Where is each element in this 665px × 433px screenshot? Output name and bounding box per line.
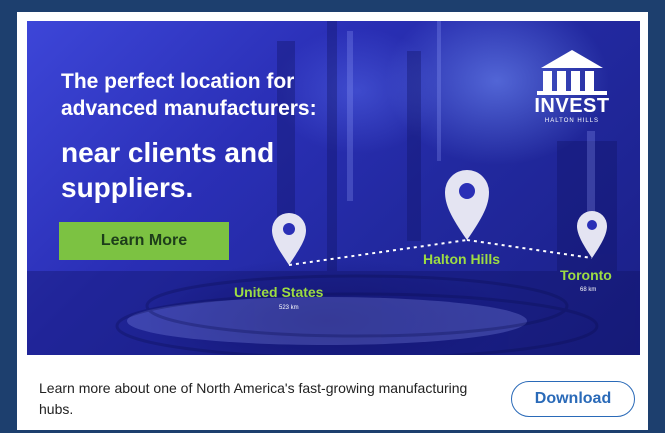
ad-card[interactable]: The perfect location for advanced manufa… (17, 12, 648, 430)
city-label-toronto: Toronto (560, 267, 612, 283)
distance-united-states: 523 km (279, 305, 299, 311)
ad-footer: Learn more about one of North America's … (27, 355, 640, 430)
distance-toronto: 68 km (580, 287, 597, 293)
pin-toronto-icon (577, 211, 607, 258)
pin-united-states-icon (272, 212, 307, 265)
route-map (272, 170, 607, 266)
hero-image[interactable]: The perfect location for advanced manufa… (27, 21, 640, 355)
download-button[interactable]: Download (511, 381, 635, 417)
pin-halton-hills-icon (445, 170, 489, 240)
city-label-halton-hills: Halton Hills (423, 251, 501, 267)
ad-description: Learn more about one of North America's … (39, 380, 468, 417)
city-label-united-states: United States (234, 284, 324, 300)
